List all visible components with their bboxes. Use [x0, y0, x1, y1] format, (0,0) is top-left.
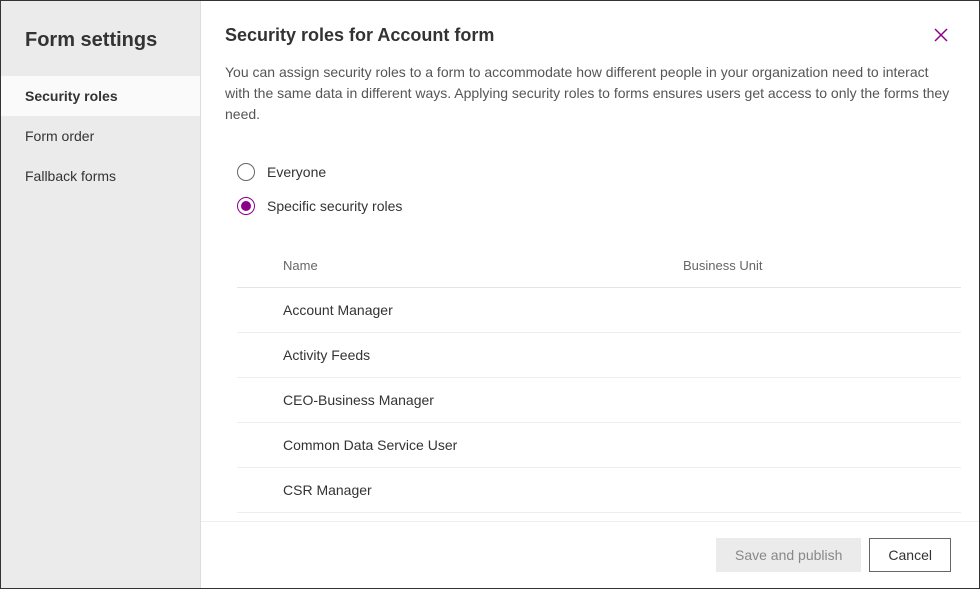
sidebar-item-label: Security roles	[25, 88, 118, 104]
sidebar-item-security-roles[interactable]: Security roles	[1, 76, 200, 116]
table-row[interactable]: Common Data Service User	[237, 423, 961, 468]
description-text: You can assign security roles to a form …	[201, 62, 979, 145]
radio-everyone[interactable]: Everyone	[237, 155, 951, 189]
cell-business-unit	[683, 482, 961, 498]
radio-label: Specific security roles	[267, 198, 402, 214]
sidebar-item-label: Fallback forms	[25, 168, 116, 184]
cell-business-unit	[683, 437, 961, 453]
radio-icon	[237, 163, 255, 181]
radio-group: Everyone Specific security roles	[201, 145, 979, 243]
roles-table[interactable]: Name Business Unit Account Manager Activ…	[237, 243, 961, 521]
column-name[interactable]: Name	[283, 258, 683, 273]
table-row[interactable]: Account Manager	[237, 288, 961, 333]
radio-icon	[237, 197, 255, 215]
cell-business-unit	[683, 392, 961, 408]
footer: Save and publish Cancel	[201, 521, 979, 588]
page-title: Security roles for Account form	[225, 25, 494, 46]
radio-specific-roles[interactable]: Specific security roles	[237, 189, 951, 223]
cell-name: Activity Feeds	[283, 347, 683, 363]
save-and-publish-button[interactable]: Save and publish	[716, 538, 861, 572]
cell-name: CSR Manager	[283, 482, 683, 498]
cell-name: Account Manager	[283, 302, 683, 318]
table-row[interactable]: CSR Manager	[237, 468, 961, 513]
cell-business-unit	[683, 302, 961, 318]
table-row[interactable]: Activity Feeds	[237, 333, 961, 378]
sidebar-item-form-order[interactable]: Form order	[1, 116, 200, 156]
sidebar-title: Form settings	[1, 1, 200, 76]
cell-business-unit	[683, 347, 961, 363]
cancel-button[interactable]: Cancel	[869, 538, 951, 572]
close-button[interactable]	[931, 25, 951, 45]
radio-label: Everyone	[267, 164, 326, 180]
sidebar-item-fallback-forms[interactable]: Fallback forms	[1, 156, 200, 196]
close-icon	[933, 27, 949, 43]
table-header: Name Business Unit	[237, 244, 961, 288]
sidebar-item-label: Form order	[25, 128, 94, 144]
main-panel: Security roles for Account form You can …	[201, 1, 979, 588]
sidebar: Form settings Security roles Form order …	[1, 1, 201, 588]
cell-name: CEO-Business Manager	[283, 392, 683, 408]
cell-name: Common Data Service User	[283, 437, 683, 453]
table-row[interactable]: CEO-Business Manager	[237, 378, 961, 423]
column-business-unit[interactable]: Business Unit	[683, 258, 961, 273]
